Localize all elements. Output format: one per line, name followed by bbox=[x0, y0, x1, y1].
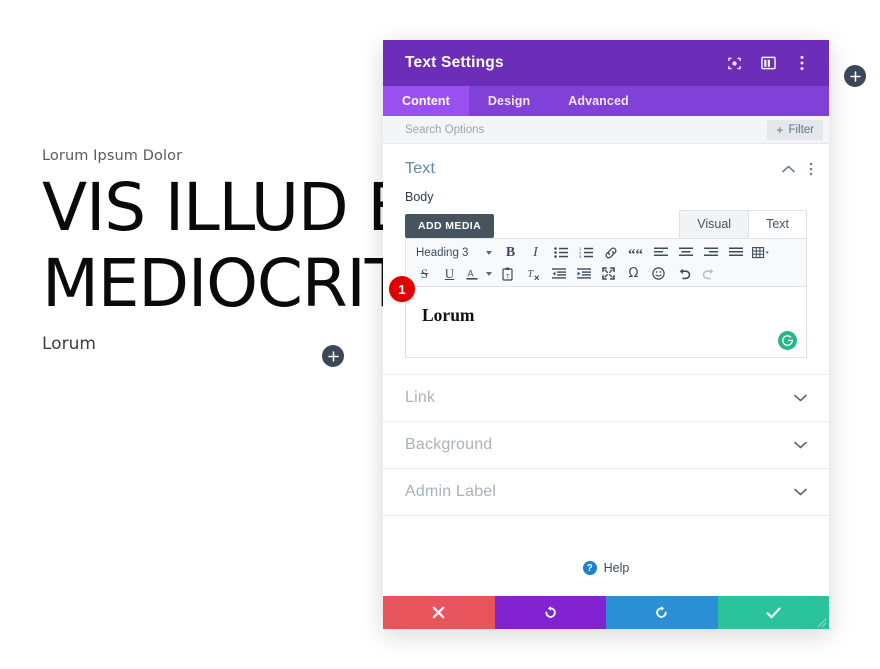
fullscreen-icon[interactable] bbox=[596, 264, 621, 284]
redo-button[interactable] bbox=[606, 596, 718, 629]
svg-text:T: T bbox=[506, 274, 510, 280]
screen: Lorum Ipsum Dolor VIS ILLUD EX MEDIOCRIT… bbox=[0, 0, 880, 669]
accordion-link-label: Link bbox=[405, 389, 436, 406]
help-button[interactable]: ? Help bbox=[582, 540, 630, 596]
add-module-button[interactable] bbox=[322, 345, 344, 367]
numbered-list-icon[interactable]: 1 2 3 bbox=[573, 243, 598, 263]
svg-text:T: T bbox=[527, 269, 534, 280]
chevron-down-icon bbox=[794, 441, 807, 449]
tab-design[interactable]: Design bbox=[469, 86, 549, 116]
special-character-icon[interactable]: Ω bbox=[621, 264, 646, 284]
align-justify-icon[interactable] bbox=[723, 243, 748, 263]
step-badge-1: 1 bbox=[389, 276, 415, 302]
emoji-icon[interactable] bbox=[646, 264, 671, 284]
accordion-background-label: Background bbox=[405, 436, 493, 453]
tab-text[interactable]: Text bbox=[748, 209, 807, 238]
svg-text:3: 3 bbox=[579, 254, 582, 258]
outdent-icon[interactable] bbox=[546, 264, 571, 284]
modal-tabs: Content Design Advanced bbox=[383, 86, 829, 116]
help-label: Help bbox=[603, 561, 630, 575]
accordion-background[interactable]: Background bbox=[383, 422, 829, 469]
plus-icon bbox=[849, 70, 861, 82]
clear-formatting-icon[interactable]: T bbox=[521, 264, 546, 284]
chevron-down-icon bbox=[794, 394, 807, 402]
align-right-icon[interactable] bbox=[698, 243, 723, 263]
text-color-icon[interactable]: A bbox=[462, 264, 482, 284]
link-icon[interactable] bbox=[598, 243, 623, 263]
more-vertical-icon[interactable] bbox=[809, 162, 813, 176]
accordion-link[interactable]: Link bbox=[383, 375, 829, 422]
tab-advanced[interactable]: Advanced bbox=[549, 86, 648, 116]
align-left-icon[interactable] bbox=[648, 243, 673, 263]
checkmark-icon bbox=[766, 607, 781, 618]
plus-icon: + bbox=[776, 122, 784, 137]
section-text-title: Text bbox=[405, 160, 436, 177]
strikethrough-icon[interactable]: S bbox=[412, 264, 437, 284]
help-area: ? Help bbox=[383, 516, 829, 596]
filter-button-label: Filter bbox=[788, 123, 814, 136]
chevron-down-icon bbox=[486, 271, 492, 276]
toolbar-row-2: S U A T T Ω bbox=[412, 263, 802, 284]
editor-content-area[interactable]: 1 Lorum bbox=[389, 276, 807, 358]
modal-action-bar bbox=[383, 596, 829, 629]
format-select-value: Heading 3 bbox=[416, 246, 469, 259]
chevron-up-icon[interactable] bbox=[782, 165, 795, 173]
editor-toolbar: Heading 3 B I 1 2 3 ““ S U A T T Ω bbox=[405, 238, 807, 287]
bulleted-list-icon[interactable] bbox=[548, 243, 573, 263]
text-color-dropdown-icon[interactable] bbox=[482, 264, 496, 284]
close-x-icon bbox=[432, 606, 445, 619]
filter-button[interactable]: + Filter bbox=[767, 119, 823, 140]
indent-icon[interactable] bbox=[571, 264, 596, 284]
format-select[interactable]: Heading 3 bbox=[412, 243, 498, 263]
modal-body: Text Body ADD MEDIA Visual Text Heading … bbox=[383, 144, 829, 596]
modal-title: Text Settings bbox=[405, 54, 504, 71]
underline-icon[interactable]: U bbox=[437, 264, 462, 284]
accordion-admin-label-label: Admin Label bbox=[405, 483, 497, 500]
question-mark-icon: ? bbox=[582, 561, 597, 575]
modal-header-actions bbox=[725, 54, 815, 72]
plus-icon bbox=[327, 350, 339, 362]
paste-as-text-icon[interactable]: T bbox=[496, 264, 521, 284]
add-global-button[interactable] bbox=[844, 65, 866, 87]
blockquote-icon[interactable]: ““ bbox=[623, 243, 648, 263]
save-button[interactable] bbox=[717, 596, 829, 629]
editor-content-text: Lorum bbox=[422, 305, 475, 325]
undo-arrow-icon bbox=[545, 605, 556, 618]
redo-arrow-icon bbox=[656, 605, 667, 618]
search-options-input[interactable] bbox=[405, 123, 768, 136]
search-options-bar: + Filter bbox=[383, 116, 829, 144]
grammarly-icon[interactable] bbox=[778, 331, 797, 350]
editor-top-bar: Add Media Visual Text bbox=[405, 209, 807, 238]
more-vertical-icon[interactable] bbox=[793, 54, 811, 72]
wysiwyg-editor: Add Media Visual Text Heading 3 bbox=[389, 209, 807, 358]
section-text-controls bbox=[782, 162, 813, 176]
text-settings-modal: Text Settings Content Design Advanced Se… bbox=[383, 40, 829, 629]
align-center-icon[interactable] bbox=[673, 243, 698, 263]
cancel-button[interactable] bbox=[383, 596, 495, 629]
chevron-down-icon bbox=[486, 250, 492, 255]
table-icon[interactable] bbox=[748, 243, 773, 263]
tab-visual[interactable]: Visual bbox=[679, 209, 750, 238]
section-text: Text Body ADD MEDIA Visual Text Heading … bbox=[383, 144, 829, 375]
body-paragraph: Lorum bbox=[42, 334, 96, 354]
redo-icon bbox=[696, 264, 721, 284]
chevron-down-icon bbox=[794, 488, 807, 496]
tab-content[interactable]: Content bbox=[383, 86, 469, 116]
add-media-button[interactable]: Add Media bbox=[405, 214, 495, 238]
focus-target-icon[interactable] bbox=[725, 54, 743, 72]
undo-button[interactable] bbox=[494, 596, 606, 629]
body-field-label: Body bbox=[405, 190, 434, 204]
modal-header: Text Settings bbox=[383, 40, 829, 86]
bold-icon[interactable]: B bbox=[498, 243, 523, 263]
editor-mode-tabs: Visual Text bbox=[679, 209, 807, 238]
svg-text:A: A bbox=[467, 268, 473, 278]
toolbar-row-1: Heading 3 B I 1 2 3 ““ bbox=[412, 242, 802, 263]
section-text-header: Text bbox=[383, 144, 829, 178]
accordion-admin-label[interactable]: Admin Label bbox=[383, 469, 829, 516]
italic-icon[interactable]: I bbox=[523, 243, 548, 263]
undo-icon[interactable] bbox=[671, 264, 696, 284]
layout-columns-icon[interactable] bbox=[759, 54, 777, 72]
